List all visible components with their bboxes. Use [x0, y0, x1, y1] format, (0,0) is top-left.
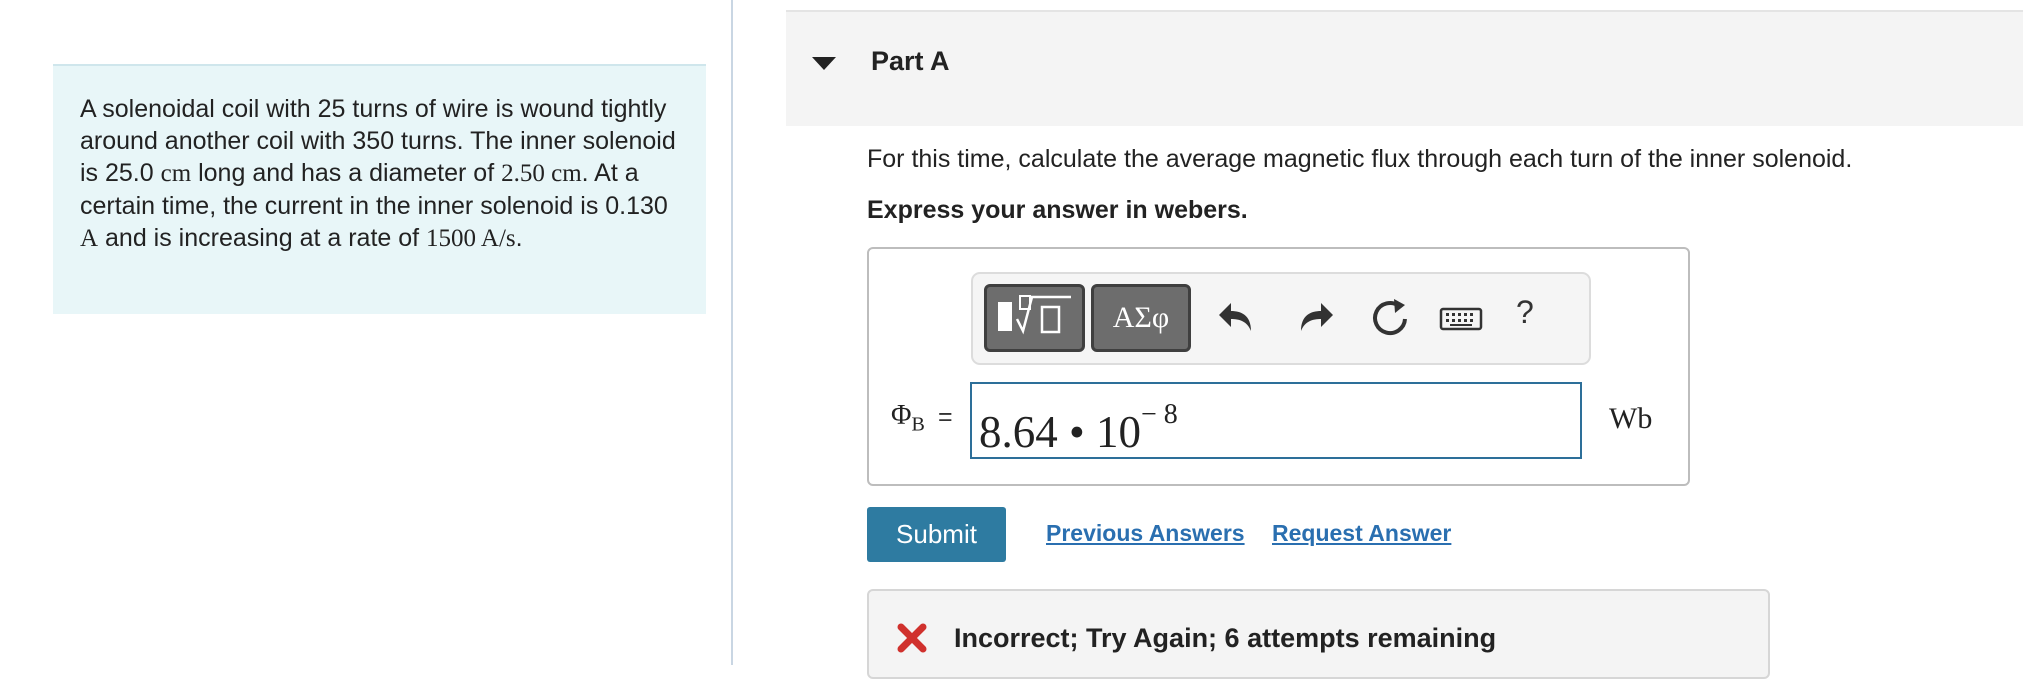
flux-symbol-subscript: B — [911, 413, 925, 436]
answer-instruction: Express your answer in webers. — [867, 196, 1248, 224]
problem-text-2: long and has a diameter of — [191, 159, 502, 187]
redo-icon[interactable] — [1289, 293, 1339, 343]
problem-text-5: . — [515, 224, 523, 252]
collapse-caret-icon[interactable] — [812, 57, 836, 70]
problem-statement: A solenoidal coil with 25 turns of wire … — [53, 64, 706, 314]
flux-symbol-phi: Φ — [891, 400, 912, 431]
question-text: For this time, calculate the average mag… — [867, 145, 1853, 173]
problem-unit-amp: A — [80, 225, 99, 252]
previous-answers-link[interactable]: Previous Answers — [1046, 520, 1245, 547]
answer-box: ΑΣφ ? ΦB = 8.64 • 10− 8 Wb — [867, 247, 1690, 486]
help-icon[interactable]: ? — [1516, 294, 1534, 331]
answer-input[interactable]: 8.64 • 10− 8 — [970, 382, 1582, 459]
submit-button[interactable]: Submit — [867, 507, 1006, 562]
flux-symbol: ΦB — [891, 400, 925, 437]
equals-sign: = — [938, 403, 953, 431]
answer-exponent: − 8 — [1141, 399, 1178, 430]
feedback-message: Incorrect; Try Again; 6 attempts remaini… — [954, 623, 1497, 653]
part-header[interactable]: Part A — [786, 10, 2023, 126]
templates-button[interactable] — [984, 284, 1085, 352]
part-title: Part A — [871, 46, 950, 76]
reset-icon[interactable] — [1365, 293, 1415, 343]
greek-letters-button[interactable]: ΑΣφ — [1091, 284, 1191, 352]
problem-text-4: and is increasing at a rate of — [98, 224, 427, 252]
answer-mantissa: 8.64 • 10 — [979, 407, 1142, 457]
problem-rate: 1500 A/s — [426, 225, 516, 252]
feedback-panel: Incorrect; Try Again; 6 attempts remaini… — [867, 589, 1770, 679]
answer-unit: Wb — [1609, 402, 1653, 435]
problem-unit-cm: cm — [160, 160, 192, 187]
request-answer-link[interactable]: Request Answer — [1272, 520, 1451, 547]
keyboard-icon[interactable] — [1439, 293, 1483, 343]
column-divider — [731, 0, 733, 665]
undo-icon[interactable] — [1213, 293, 1263, 343]
incorrect-x-icon — [897, 623, 927, 653]
math-toolbar: ΑΣφ ? — [971, 272, 1591, 365]
templates-icon — [998, 295, 1071, 335]
problem-diameter: 2.50 cm — [501, 160, 582, 187]
